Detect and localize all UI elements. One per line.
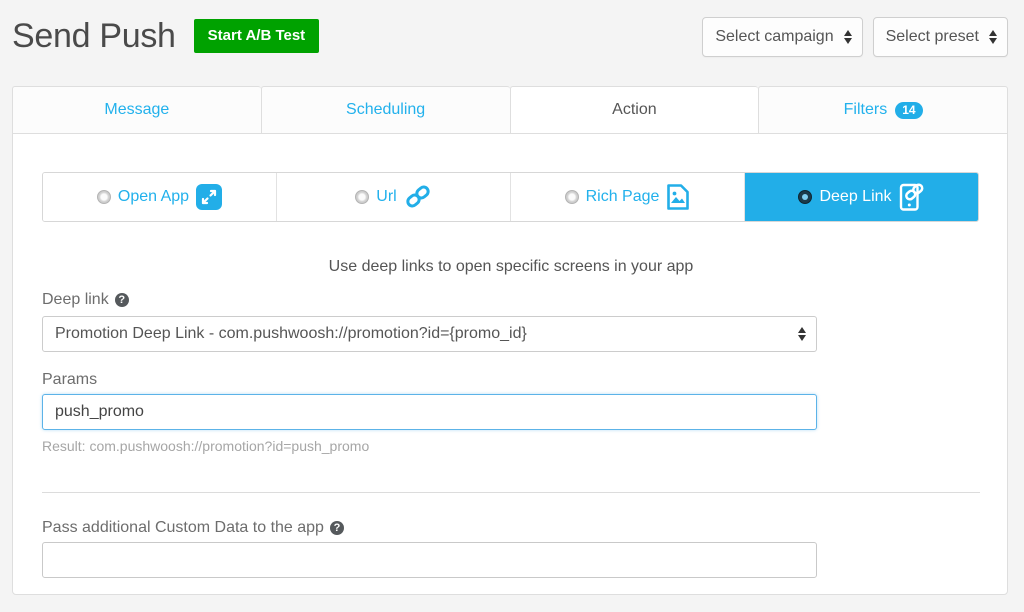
chevron-updown-icon [843, 29, 853, 45]
filters-count-badge: 14 [895, 101, 923, 119]
action-type-label: Url [376, 188, 397, 205]
action-type-deep-link[interactable]: Deep Link [745, 173, 978, 221]
preset-select-value: Select preset [885, 28, 979, 45]
custom-data-input[interactable] [42, 542, 817, 578]
tab-label: Message [104, 101, 170, 118]
campaign-select[interactable]: Select campaign [702, 17, 863, 57]
section-divider [42, 492, 980, 493]
tab-scheduling[interactable]: Scheduling [260, 86, 510, 134]
page-header: Send Push Start A/B Test Select campaign… [0, 0, 1024, 72]
radio-url[interactable] [355, 190, 370, 204]
action-type-label: Open App [117, 188, 190, 205]
image-document-icon [666, 183, 690, 211]
params-input-value: push_promo [55, 403, 144, 420]
chevron-updown-icon [798, 326, 807, 342]
custom-data-label-row: Pass additional Custom Data to the app ? [42, 519, 344, 537]
deep-link-label: Deep link [42, 291, 109, 308]
tab-action[interactable]: Action [509, 86, 759, 134]
radio-deep-link[interactable] [798, 190, 813, 204]
tab-label: Scheduling [346, 101, 426, 118]
preset-select[interactable]: Select preset [872, 17, 1008, 57]
params-result-text: Result: com.pushwoosh://promotion?id=pus… [42, 438, 370, 454]
expand-arrows-icon [196, 184, 223, 210]
params-label: Params [42, 371, 98, 388]
action-type-selector: Open App Url Rich Page Deep Link [42, 172, 979, 222]
tab-label: Action [612, 101, 657, 118]
page-title: Send Push [12, 17, 176, 55]
deep-link-hint: Use deep links to open specific screens … [328, 258, 694, 275]
help-icon[interactable]: ? [114, 293, 129, 307]
tab-filters[interactable]: Filters 14 [758, 86, 1008, 134]
action-type-open-app[interactable]: Open App [43, 173, 277, 221]
chain-link-icon [404, 184, 432, 210]
start-ab-test-button[interactable]: Start A/B Test [193, 19, 320, 53]
action-panel: Open App Url Rich Page Deep Link Use dee… [12, 133, 1008, 595]
deep-link-select[interactable]: Promotion Deep Link - com.pushwoosh://pr… [42, 316, 817, 352]
params-label-row: Params [42, 371, 97, 389]
chevron-updown-icon [989, 29, 998, 45]
tab-message[interactable]: Message [12, 86, 261, 134]
action-type-label: Rich Page [585, 188, 660, 205]
tab-label: Filters [843, 101, 888, 118]
params-input[interactable]: push_promo [42, 394, 817, 430]
deep-link-select-value: Promotion Deep Link - com.pushwoosh://pr… [55, 325, 527, 342]
radio-open-app[interactable] [96, 190, 111, 204]
main-tabs: Message Scheduling Action Filters 14 [12, 86, 1008, 134]
campaign-select-value: Select campaign [715, 28, 834, 45]
action-type-rich-page[interactable]: Rich Page [511, 173, 745, 221]
help-icon[interactable]: ? [329, 521, 344, 535]
deep-link-label-row: Deep link ? [42, 291, 129, 309]
action-type-label: Deep Link [819, 188, 892, 205]
phone-link-icon [899, 182, 925, 212]
action-type-url[interactable]: Url [277, 173, 511, 221]
radio-rich-page[interactable] [564, 190, 579, 204]
header-controls: Select campaign Select preset [702, 17, 1008, 57]
custom-data-label: Pass additional Custom Data to the app [42, 519, 324, 536]
